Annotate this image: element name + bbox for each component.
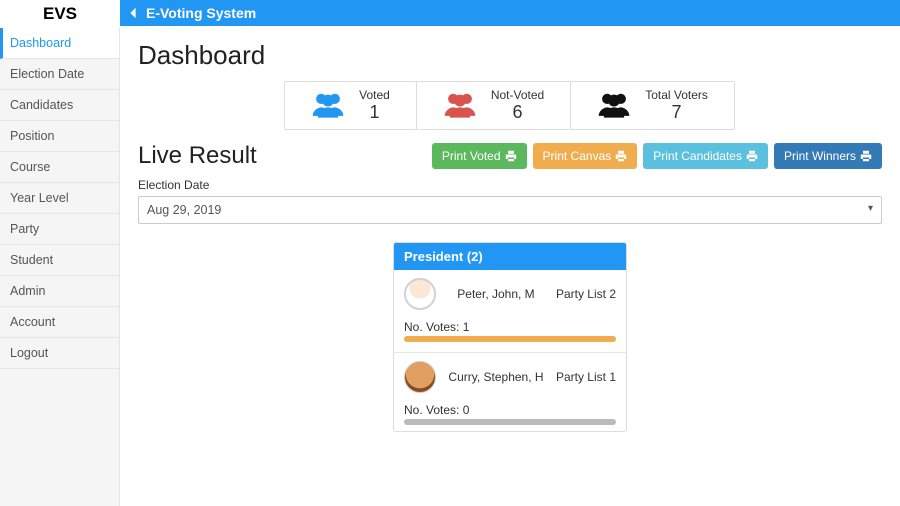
candidate-votes-bar: [404, 336, 616, 342]
stats-row: Voted 1 Not-Voted 6 Total Voters 7: [138, 81, 882, 130]
stat-voted: Voted 1: [284, 81, 417, 130]
topbar-title: E-Voting System: [146, 5, 256, 21]
stat-not-voted-value: 6: [491, 102, 544, 123]
candidate-row: Curry, Stephen, H Party List 1 No. Votes…: [394, 353, 626, 431]
candidate-party: Party List 2: [556, 287, 616, 301]
print-icon: [860, 150, 872, 162]
brand-logo: EVS: [0, 0, 120, 28]
stat-voted-label: Voted: [359, 88, 390, 102]
candidate-votes-label: No. Votes: 0: [404, 403, 616, 417]
sidebar-item-account[interactable]: Account: [0, 307, 119, 338]
live-row: Live Result Print Voted Print Canvas Pri…: [138, 142, 882, 170]
button-label: Print Candidates: [653, 149, 742, 163]
candidate-party: Party List 1: [556, 370, 616, 384]
candidate-votes-bar: [404, 419, 616, 425]
live-result-title: Live Result: [138, 142, 257, 170]
candidate-row: Peter, John, M Party List 2 No. Votes: 1: [394, 270, 626, 348]
election-date-label: Election Date: [138, 178, 882, 192]
print-winners-button[interactable]: Print Winners: [774, 143, 882, 169]
print-candidates-button[interactable]: Print Candidates: [643, 143, 768, 169]
print-voted-button[interactable]: Print Voted: [432, 143, 527, 169]
print-canvas-button[interactable]: Print Canvas: [533, 143, 638, 169]
sidebar-item-logout[interactable]: Logout: [0, 338, 119, 369]
users-icon: [311, 89, 345, 122]
sidebar-item-admin[interactable]: Admin: [0, 276, 119, 307]
users-icon: [597, 89, 631, 122]
sidebar-item-student[interactable]: Student: [0, 245, 119, 276]
sidebar-item-course[interactable]: Course: [0, 152, 119, 183]
stat-total-voters: Total Voters 7: [570, 81, 735, 130]
sidebar-item-party[interactable]: Party: [0, 214, 119, 245]
position-card: President (2) Peter, John, M Party List …: [393, 242, 627, 432]
candidate-votes-label: No. Votes: 1: [404, 320, 616, 334]
print-icon: [746, 150, 758, 162]
candidate-name: Curry, Stephen, H: [446, 370, 546, 384]
sidebar-item-dashboard[interactable]: Dashboard: [0, 28, 119, 59]
users-icon: [443, 89, 477, 122]
election-date-value: Aug 29, 2019: [147, 203, 221, 217]
print-buttons: Print Voted Print Canvas Print Candidate…: [432, 143, 882, 169]
stat-not-voted-label: Not-Voted: [491, 88, 544, 102]
candidate-name: Peter, John, M: [446, 287, 546, 301]
topbar: E-Voting System: [120, 0, 900, 26]
avatar: [404, 278, 436, 310]
sidebar-item-year-level[interactable]: Year Level: [0, 183, 119, 214]
print-icon: [615, 150, 627, 162]
print-icon: [505, 150, 517, 162]
sidebar-item-candidates[interactable]: Candidates: [0, 90, 119, 121]
sidebar-item-position[interactable]: Position: [0, 121, 119, 152]
sidebar-item-election-date[interactable]: Election Date: [0, 59, 119, 90]
button-label: Print Winners: [784, 149, 856, 163]
button-label: Print Canvas: [543, 149, 612, 163]
main: Dashboard Voted 1 Not-Voted 6: [120, 26, 900, 506]
avatar: [404, 361, 436, 393]
position-card-heading: President (2): [394, 243, 626, 270]
stat-voted-value: 1: [359, 102, 390, 123]
stat-not-voted: Not-Voted 6: [416, 81, 571, 130]
page-title: Dashboard: [138, 40, 882, 71]
stat-total-voters-label: Total Voters: [645, 88, 708, 102]
stat-total-voters-value: 7: [645, 102, 708, 123]
election-date-select[interactable]: Aug 29, 2019: [138, 196, 882, 224]
button-label: Print Voted: [442, 149, 501, 163]
back-icon[interactable]: [126, 6, 140, 20]
sidebar: Dashboard Election Date Candidates Posit…: [0, 28, 120, 506]
